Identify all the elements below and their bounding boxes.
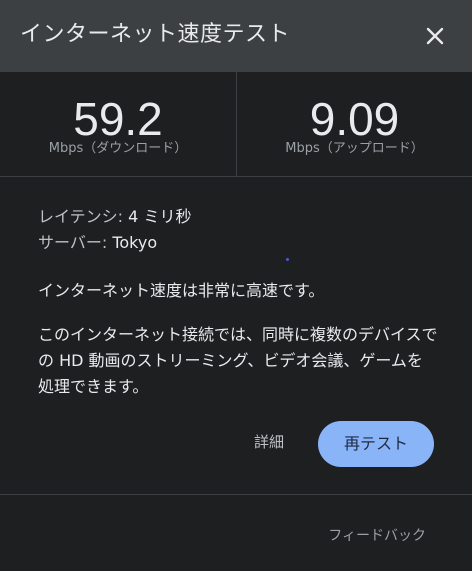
upload-unit: Mbps（アップロード） <box>285 141 424 156</box>
feedback-link[interactable]: フィードバック <box>328 525 426 547</box>
speed-description: このインターネット接続では、同時に複数のデバイスでの HD 動画のストリーミング… <box>38 325 438 396</box>
retest-button[interactable]: 再テスト <box>318 421 434 467</box>
close-icon <box>426 27 444 45</box>
loading-dot <box>286 258 289 261</box>
close-button[interactable] <box>420 21 450 51</box>
connection-info: レイテンシ: 4 ミリ秒 サーバー: Tokyo <box>38 204 438 256</box>
download-value: 59.2 <box>73 93 163 145</box>
upload-stat: 9.09 Mbps（アップロード） <box>236 72 472 176</box>
details-link[interactable]: 詳細 <box>254 430 284 454</box>
server-value: Tokyo <box>112 233 158 252</box>
latency-label: レイテンシ: <box>38 207 124 226</box>
dialog-title: インターネット速度テスト <box>20 22 291 47</box>
download-unit: Mbps（ダウンロード） <box>48 141 188 156</box>
download-stat: 59.2 Mbps（ダウンロード） <box>0 72 236 176</box>
server-row: サーバー: Tokyo <box>38 230 438 256</box>
latency-value: 4 ミリ秒 <box>128 207 192 226</box>
server-label: サーバー: <box>38 233 108 252</box>
dialog-header: インターネット速度テスト <box>0 0 472 72</box>
upload-value: 9.09 <box>309 93 400 145</box>
speed-results: 59.2 Mbps（ダウンロード） 9.09 Mbps（アップロード） <box>0 72 472 177</box>
latency-row: レイテンシ: 4 ミリ秒 <box>38 204 438 230</box>
speed-summary: インターネット速度は非常に高速です。 <box>38 281 325 300</box>
footer-divider <box>0 494 472 495</box>
